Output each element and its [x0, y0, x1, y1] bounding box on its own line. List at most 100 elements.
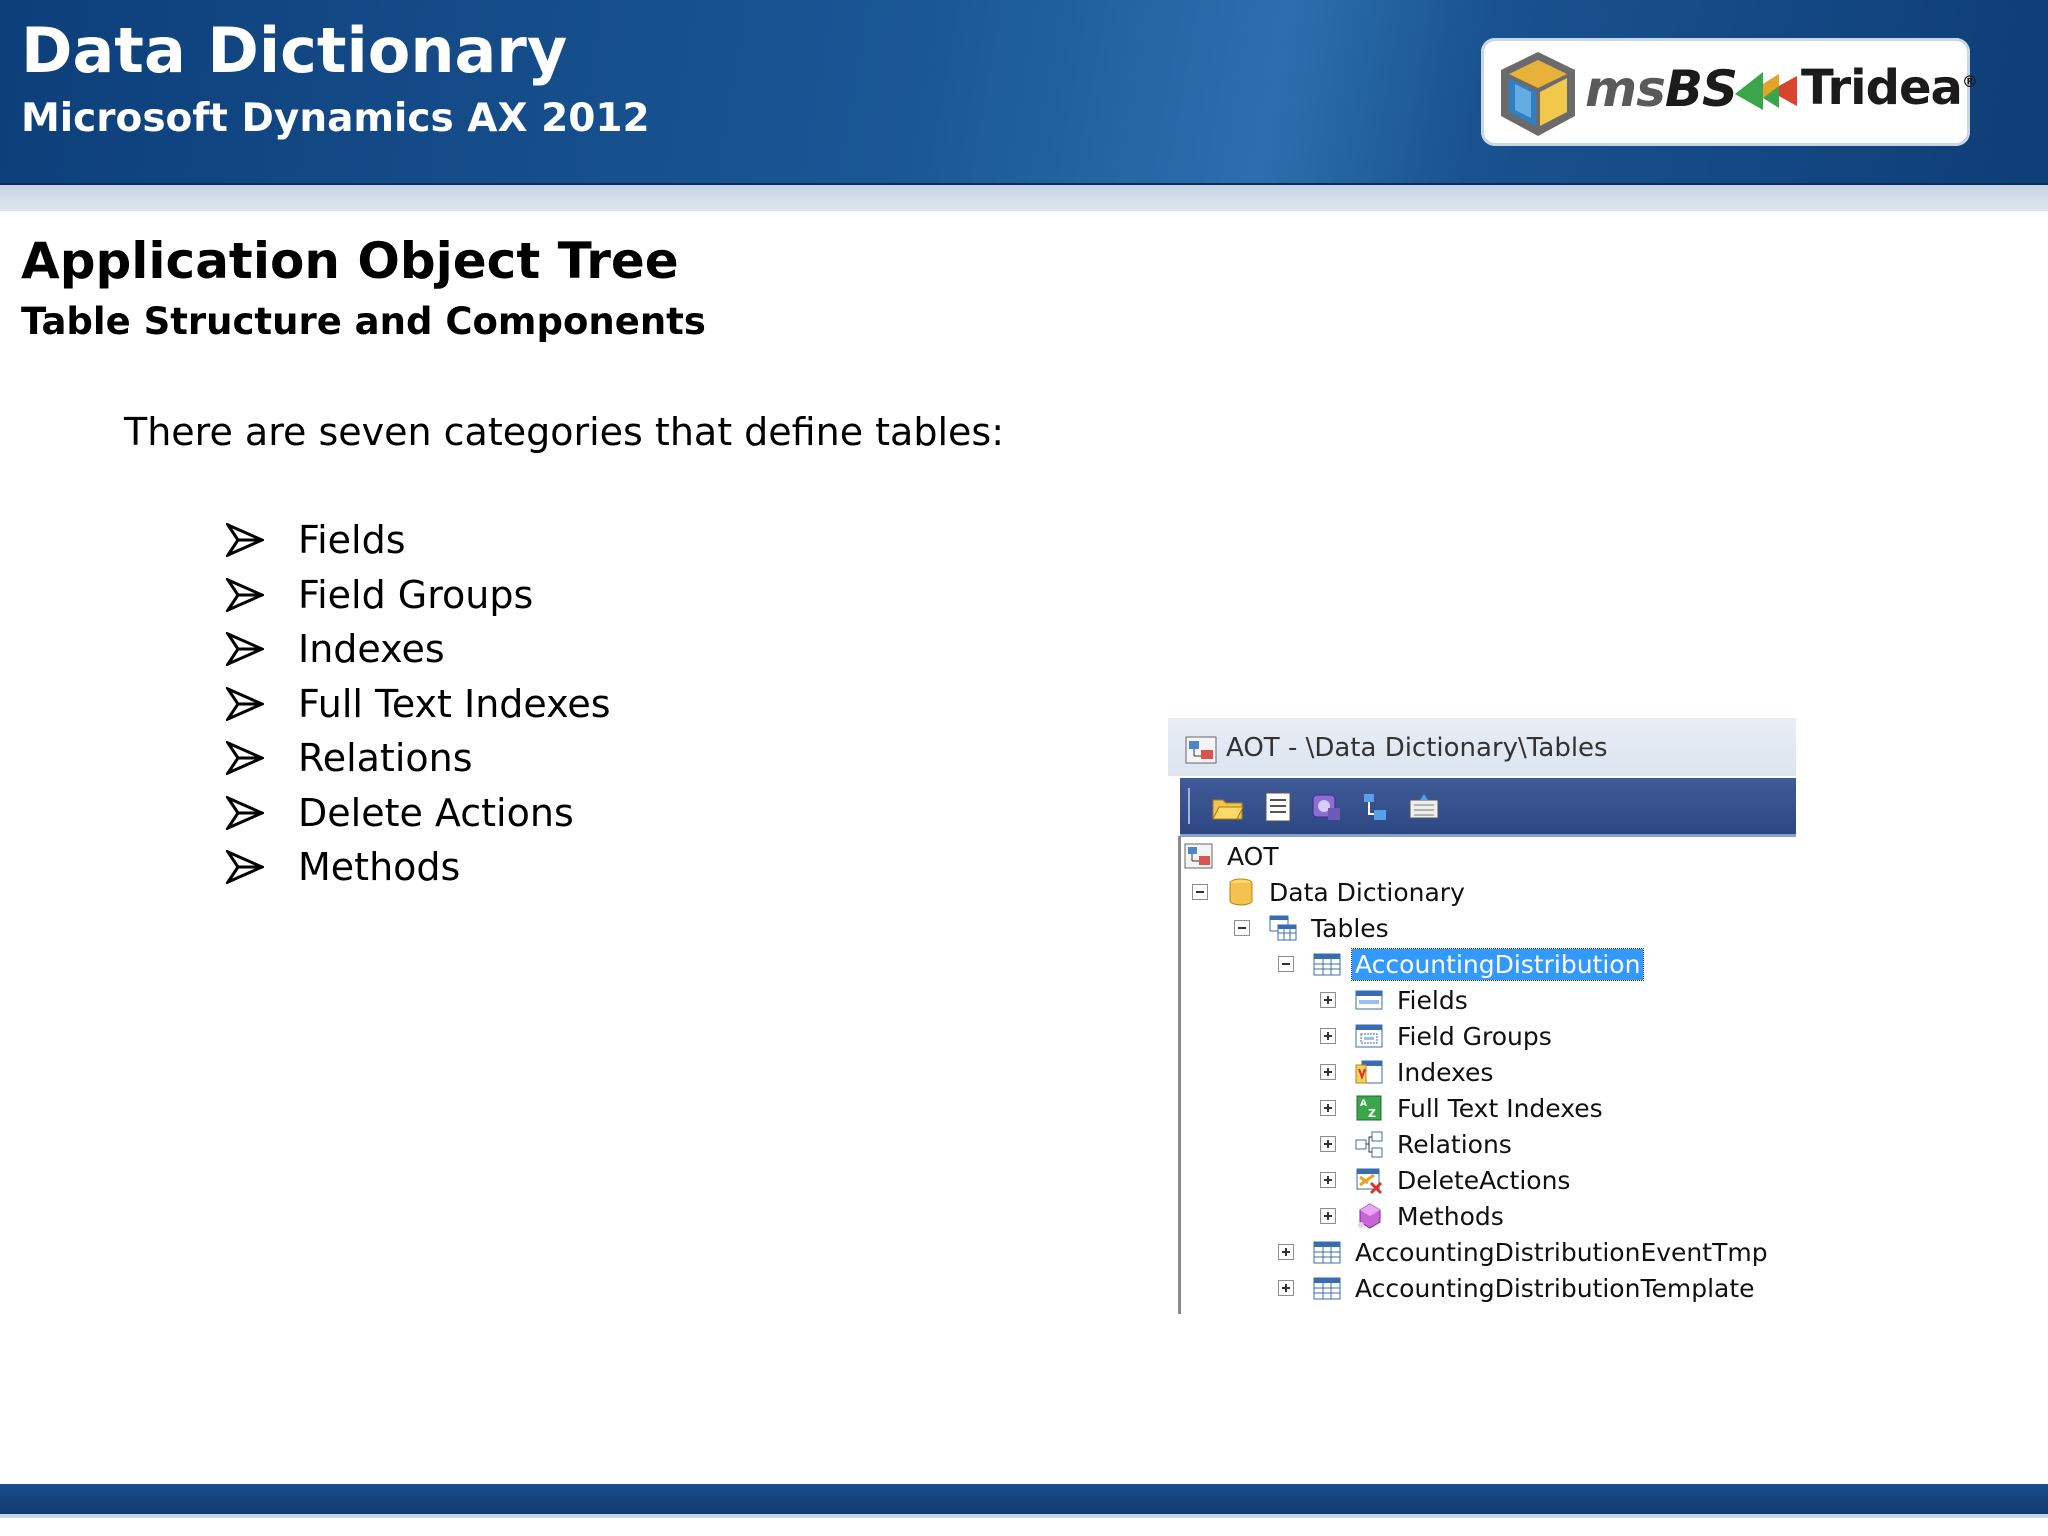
tree-node-accounting-distribution-template[interactable]: AccountingDistributionTemplate — [1312, 1270, 1758, 1306]
list-item: Methods — [226, 840, 611, 895]
tridea-wordmark: Tridea® — [1801, 60, 1978, 116]
expand-toggle[interactable] — [1320, 1172, 1336, 1188]
tables-icon — [1269, 915, 1297, 941]
toolbar-separator — [1188, 788, 1190, 824]
bullet-text: Relations — [298, 736, 473, 781]
tree-node-relations[interactable]: Relations — [1354, 1126, 1515, 1162]
list-item: Indexes — [226, 622, 611, 677]
arrow-bullet-icon — [226, 741, 264, 776]
list-item: Fields — [226, 513, 611, 568]
tree-node-label: Fields — [1397, 985, 1468, 1015]
tree-node-label: Relations — [1397, 1129, 1512, 1159]
indexes-icon — [1355, 1060, 1383, 1084]
list-item: Relations — [226, 731, 611, 786]
properties-icon[interactable] — [1260, 790, 1296, 824]
import-icon[interactable] — [1356, 790, 1392, 824]
aot-titlebar[interactable]: AOT - \Data Dictionary\Tables — [1168, 718, 1796, 776]
bullet-text: Fields — [298, 518, 406, 563]
tree-node-data-dictionary[interactable]: Data Dictionary — [1226, 874, 1468, 910]
tree-node-methods[interactable]: Methods — [1354, 1198, 1507, 1234]
tree-node-label: AOT — [1227, 841, 1279, 871]
slide-title: Application Object Tree — [21, 232, 679, 290]
tree-border — [1178, 836, 1181, 1314]
footer-bar — [0, 1484, 2048, 1514]
arrow-bullet-icon — [226, 850, 264, 885]
tree-node-field-groups[interactable]: Field Groups — [1354, 1018, 1555, 1054]
category-list: Fields Field Groups Indexes Full Text In… — [226, 513, 611, 895]
intro-text: There are seven categories that define t… — [124, 410, 1004, 454]
aot-icon — [1185, 736, 1217, 764]
list-item: Delete Actions — [226, 786, 611, 841]
bullet-text: Full Text Indexes — [298, 681, 611, 726]
header-banner: Data Dictionary Microsoft Dynamics AX 20… — [0, 0, 2048, 185]
tree-node-indexes[interactable]: Indexes — [1354, 1054, 1496, 1090]
footer-divider — [0, 1514, 2048, 1518]
field-groups-icon — [1355, 1024, 1383, 1048]
tree-node-label: AccountingDistributionTemplate — [1355, 1273, 1755, 1303]
expand-toggle[interactable] — [1320, 1100, 1336, 1116]
arrow-bullet-icon — [226, 795, 264, 830]
table-icon — [1313, 1277, 1341, 1300]
arrow-bullet-icon — [226, 686, 264, 721]
list-item: Field Groups — [226, 568, 611, 623]
relations-icon — [1355, 1131, 1383, 1158]
table-icon — [1313, 953, 1341, 976]
expand-toggle[interactable] — [1320, 992, 1336, 1008]
tree-node-full-text-indexes[interactable]: AZ Full Text Indexes — [1354, 1090, 1606, 1126]
expand-toggle[interactable] — [1320, 1208, 1336, 1224]
methods-icon — [1358, 1203, 1381, 1229]
tree-node-label: Methods — [1397, 1201, 1504, 1231]
banner-title: Data Dictionary — [21, 14, 568, 87]
list-item: Full Text Indexes — [226, 677, 611, 732]
layout-icon[interactable] — [1406, 790, 1442, 824]
database-icon — [1229, 878, 1253, 906]
fields-icon — [1355, 990, 1383, 1010]
table-icon — [1313, 1241, 1341, 1264]
aot-toolbar — [1180, 778, 1796, 837]
tree-node-delete-actions[interactable]: DeleteActions — [1354, 1162, 1573, 1198]
delete-actions-icon — [1356, 1168, 1383, 1195]
expand-toggle[interactable] — [1278, 1244, 1294, 1260]
tree-node-label: Tables — [1311, 913, 1389, 943]
svg-text:Z: Z — [1368, 1107, 1376, 1120]
tridea-arrow-icon — [1735, 72, 1797, 110]
compile-icon[interactable] — [1308, 790, 1344, 824]
tree-node-label: AccountingDistribution — [1350, 947, 1645, 981]
tree-node-aot[interactable]: AOT — [1184, 838, 1282, 874]
tree-node-accounting-distribution[interactable]: AccountingDistribution — [1312, 946, 1645, 982]
bullet-text: Methods — [298, 845, 461, 890]
tree-node-label: AccountingDistributionEventTmp — [1355, 1237, 1768, 1267]
tree-node-label: Data Dictionary — [1269, 877, 1465, 907]
expand-toggle[interactable] — [1320, 1136, 1336, 1152]
tree-node-tables[interactable]: Tables — [1268, 910, 1392, 946]
aot-window-title: AOT - \Data Dictionary\Tables — [1226, 733, 1608, 763]
collapse-toggle[interactable] — [1278, 956, 1294, 972]
arrow-bullet-icon — [226, 523, 264, 558]
slide-subtitle: Table Structure and Components — [21, 300, 706, 343]
tree-node-fields[interactable]: Fields — [1354, 982, 1471, 1018]
tree-node-label: Indexes — [1397, 1057, 1494, 1087]
open-icon[interactable] — [1210, 790, 1246, 824]
collapse-toggle[interactable] — [1192, 884, 1208, 900]
tree-node-label: DeleteActions — [1397, 1165, 1571, 1195]
expand-toggle[interactable] — [1278, 1280, 1294, 1296]
collapse-toggle[interactable] — [1234, 920, 1250, 936]
tree-node-label: Field Groups — [1397, 1021, 1552, 1051]
tree-node-accounting-distribution-event-tmp[interactable]: AccountingDistributionEventTmp — [1312, 1234, 1771, 1270]
bullet-text: Indexes — [298, 627, 445, 672]
aot-window: AOT - \Data Dictionary\Tables AOT Data D… — [1168, 718, 1796, 1314]
aot-icon — [1184, 843, 1213, 869]
bullet-text: Delete Actions — [298, 790, 574, 835]
arrow-bullet-icon — [226, 632, 264, 667]
svg-text:A: A — [1360, 1099, 1367, 1109]
expand-toggle[interactable] — [1320, 1064, 1336, 1080]
company-logo: msBS Tridea® — [1481, 38, 1978, 146]
full-text-indexes-icon: AZ — [1356, 1095, 1382, 1121]
cube-logo-icon — [1501, 52, 1575, 136]
expand-toggle[interactable] — [1320, 1028, 1336, 1044]
tree-node-label: Full Text Indexes — [1397, 1093, 1603, 1123]
bullet-text: Field Groups — [298, 572, 534, 617]
banner-subtitle: Microsoft Dynamics AX 2012 — [21, 96, 650, 141]
msbs-wordmark: msBS — [1585, 60, 1738, 118]
arrow-bullet-icon — [226, 577, 264, 612]
